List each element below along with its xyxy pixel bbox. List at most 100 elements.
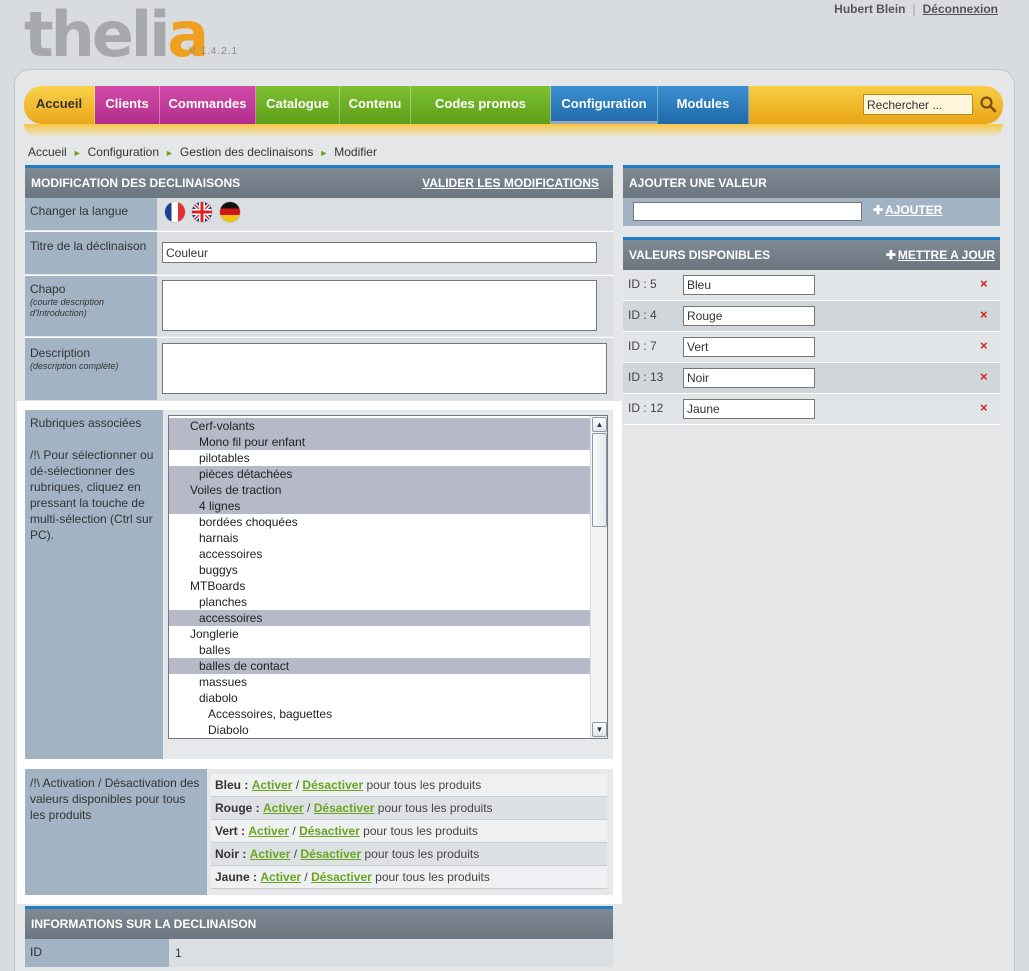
nav-commandes[interactable]: Commandes [160,86,256,124]
user-name: Hubert Blein [834,2,906,16]
rubrique-option[interactable]: Diabolo [169,722,590,738]
listbox-scrollbar[interactable]: ▲ ▼ [590,416,607,738]
rubrique-option[interactable]: bordées choquées [169,514,590,530]
rubrique-option[interactable]: massues [169,674,590,690]
rubrique-option[interactable]: pièces détachées [169,466,590,482]
nav-catalogue[interactable]: Catalogue [256,86,340,124]
nav-clients[interactable]: Clients [95,86,160,124]
rubrique-option[interactable]: balles [169,642,590,658]
breadcrumb-accueil[interactable]: Accueil [28,145,67,159]
activation-suffix: pour tous les produits [366,778,482,792]
chapo-label-wrap: Chapo (courte description d'Introduction… [25,276,157,336]
value-name: Rouge : [215,801,260,815]
flag-uk-icon[interactable] [192,202,213,222]
value-input[interactable] [683,337,815,357]
value-input[interactable] [683,275,815,295]
nav-codes-promos[interactable]: Codes promos [411,86,551,124]
rubriques-help: /!\ Pour sélectionner ou dé-sélectionner… [30,448,154,542]
rubrique-option[interactable]: Cerf-volants [169,418,590,434]
add-value-input[interactable] [633,202,862,221]
title-field-wrap [157,232,613,274]
add-value-label: AJOUTER [885,203,943,217]
flag-de-icon[interactable] [219,202,240,222]
deactivate-link[interactable]: Désactiver [311,870,372,884]
flag-fr-icon[interactable] [165,202,185,222]
deactivate-link[interactable]: Désactiver [299,824,360,838]
value-input[interactable] [683,368,815,388]
chapo-field-wrap [157,276,613,336]
title-label: Titre de la déclinaison [25,232,157,274]
breadcrumb-declinaisons[interactable]: Gestion des declinaisons [180,145,313,159]
value-id: ID : 7 [628,339,657,353]
rubrique-option[interactable]: Accessoires, baguettes [169,706,590,722]
activation-value-row: Jaune : Activer / Désactiver pour tous l… [211,866,607,889]
activate-link[interactable]: Activer [260,870,301,884]
rubriques-listbox[interactable]: ▲ ▼ Cerf-volants Mono fil pour enfant pilo… [168,415,608,739]
delete-icon[interactable]: × [980,369,988,384]
delete-icon[interactable]: × [980,338,988,353]
activate-link[interactable]: Activer [250,847,291,861]
breadcrumb: Accueil ► Configuration ► Gestion des declin… [28,145,377,159]
deactivate-link[interactable]: Désactiver [314,801,375,815]
deactivate-link[interactable]: Désactiver [302,778,363,792]
search-icon[interactable] [979,95,997,113]
rubrique-option[interactable]: MTBoards [169,578,590,594]
scroll-down-icon[interactable]: ▼ [592,722,607,737]
rubrique-option[interactable]: accessoires [169,610,590,626]
value-name: Noir : [215,847,247,861]
title-row: Titre de la déclinaison [25,231,613,274]
description-label-wrap: Description (description complète) [25,338,157,400]
rubrique-option[interactable]: 4 lignes [169,498,590,514]
nav-contenu[interactable]: Contenu [340,86,411,124]
user-separator: | [912,2,916,16]
activation-value-row: Noir : Activer / Désactiver pour tous le… [211,843,607,866]
chapo-hint: (courte description d'Introduction) [30,297,105,318]
rubrique-option[interactable]: harnais [169,530,590,546]
activation-label: /!\ Activation / Désactivation des valeu… [25,769,207,895]
deactivate-link[interactable]: Désactiver [300,847,361,861]
activate-link[interactable]: Activer [248,824,289,838]
rubriques-label: Rubriques associées [30,416,142,430]
rubrique-option[interactable]: buggys [169,562,590,578]
activation-value-row: Vert : Activer / Désactiver pour tous le… [211,820,607,843]
nav-modules[interactable]: Modules [658,86,749,124]
chapo-textarea[interactable] [162,280,597,331]
value-name: Bleu : [215,778,249,792]
main-navbar: Accueil Clients Commandes Catalogue Cont… [24,86,1003,124]
rubrique-option[interactable]: diabolo [169,690,590,706]
scroll-thumb[interactable] [592,433,607,527]
delete-icon[interactable]: × [980,307,988,322]
rubrique-option[interactable]: Jonglerie [169,626,590,642]
value-row: ID : 13 × [623,363,1000,394]
rubrique-option[interactable]: Mono fil pour enfant [169,434,590,450]
search-input[interactable] [863,94,973,115]
description-textarea[interactable] [162,343,607,394]
logout-link[interactable]: Déconnexion [923,2,998,16]
navbar-shadow [24,124,1003,138]
breadcrumb-configuration[interactable]: Configuration [88,145,159,159]
nav-accueil[interactable]: Accueil [24,86,95,124]
plus-icon: ✚ [885,248,896,262]
value-input[interactable] [683,399,815,419]
delete-icon[interactable]: × [980,400,988,415]
value-input[interactable] [683,306,815,326]
add-value-button[interactable]: ✚ AJOUTER [873,203,942,217]
title-input[interactable] [162,242,597,263]
activate-link[interactable]: Activer [263,801,304,815]
validate-button[interactable]: VALIDER LES MODIFICATIONS [422,168,599,198]
rubrique-option[interactable]: balles de contact [169,658,590,674]
nav-configuration[interactable]: Configuration [551,86,658,124]
delete-icon[interactable]: × [980,276,988,291]
rubrique-option[interactable]: accessoires [169,546,590,562]
rubrique-option[interactable]: planches [169,594,590,610]
rubrique-option[interactable]: Voiles de traction [169,482,590,498]
value-row: ID : 4 × [623,301,1000,332]
update-values-button[interactable]: ✚ METTRE A JOUR [886,240,995,270]
value-id: ID : 4 [628,308,657,322]
scroll-up-icon[interactable]: ▲ [592,417,607,432]
activate-link[interactable]: Activer [252,778,293,792]
modification-panel-header: MODIFICATION DES DECLINAISONS VALIDER LE… [25,165,613,198]
description-label: Description [30,346,91,360]
rubrique-option[interactable]: pilotables [169,450,590,466]
thelia-logo[interactable]: thelia [24,4,209,66]
